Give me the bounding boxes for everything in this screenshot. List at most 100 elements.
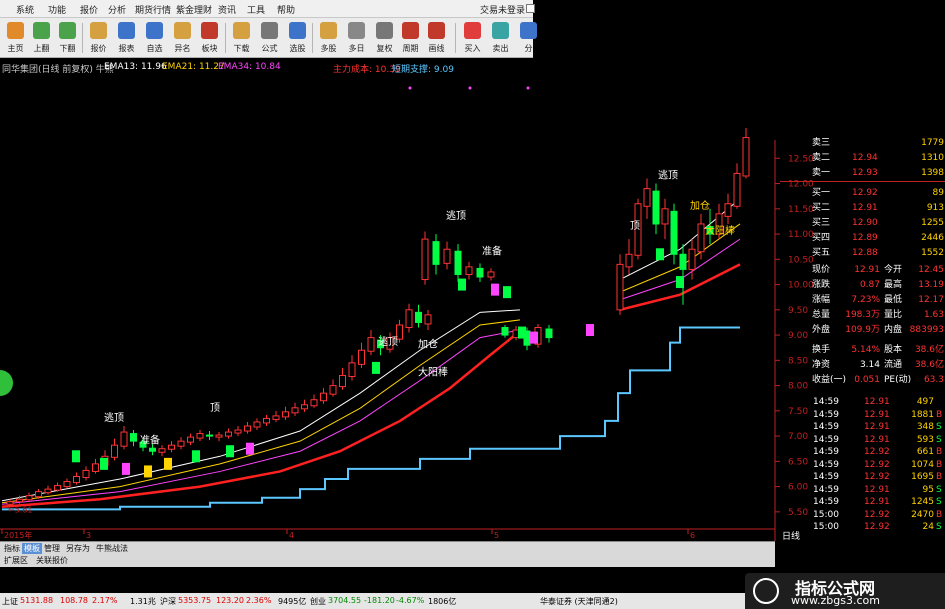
kline-chart[interactable]: 5.50 6.00 6.50 7.00 7.50 8.00 8.50 9.00 9.50 10.0… [0, 0, 945, 609]
candle-body [367, 337, 375, 352]
tick-volume: 24 [922, 522, 934, 532]
tab-template[interactable]: 模板 [22, 543, 42, 554]
signal-marker [164, 457, 172, 470]
stat-value: 5.14% [851, 345, 880, 355]
tick-volume: 661 [916, 447, 934, 457]
candle-body [320, 392, 327, 402]
tab-manage[interactable]: 管理 [42, 543, 62, 554]
tab-indicator[interactable]: 指标 [2, 543, 22, 554]
tick-time: 14:59 [813, 422, 839, 432]
signal-label: 准备 [140, 434, 160, 447]
candle-body [54, 485, 61, 491]
sz-index-label: 沪深 [160, 597, 176, 606]
tick-volume: 348 [916, 422, 934, 432]
order-book-volume: 1398 [921, 168, 944, 178]
signal-marker [458, 278, 466, 291]
tick-time: 14:59 [813, 497, 839, 507]
tab-save-as[interactable]: 另存为 [64, 543, 92, 554]
order-book-price: 12.88 [852, 248, 878, 258]
stat-value-2: 38.6亿 [914, 360, 944, 370]
candle-body [215, 434, 223, 438]
order-book-price: 12.93 [852, 168, 878, 178]
y-tick-label: 5.50 [788, 508, 808, 518]
tick-volume: 95 [922, 484, 934, 495]
x-tick-label: 5 [494, 531, 499, 540]
watermark: 指标公式网 www.zbgs3.com [745, 573, 945, 609]
tick-flag: S [936, 434, 942, 445]
stat-label-2: 今开 [884, 265, 903, 275]
candle-body [424, 314, 432, 325]
stat-value: 3.14 [859, 360, 880, 370]
order-book-volume: 1779 [921, 138, 944, 148]
order-book-price: 12.91 [852, 203, 878, 213]
candle-body [168, 444, 175, 450]
candle-body [652, 190, 660, 225]
candle-body [196, 433, 204, 439]
stat-label: 净资 [812, 360, 831, 370]
stat-label-2: 股本 [884, 345, 903, 355]
tab-bull-bear[interactable]: 牛熊战法 [94, 543, 130, 554]
stat-label-2: PE(动) [884, 375, 912, 385]
dot-marker [408, 86, 412, 90]
tick-time: 14:59 [813, 472, 839, 482]
signal-label: 顶 [210, 402, 220, 414]
candle-body [405, 309, 413, 328]
signal-marker [72, 450, 80, 463]
order-book-label: 卖二 [812, 153, 831, 163]
candle-body [670, 210, 678, 255]
sh-index-value: 5131.88 [20, 596, 54, 605]
candle-body [661, 208, 669, 225]
y-tick-label: 11.00 [788, 230, 814, 240]
signal-label: 逃顶 [658, 169, 678, 182]
watermark-url: www.zbgs3.com [791, 594, 880, 607]
y-tick-label: 12.50 [788, 154, 814, 164]
candle-body [329, 385, 337, 395]
candle-body [244, 425, 251, 432]
stat-label-2: 内盘 [884, 325, 903, 335]
ema13-line [1, 309, 521, 502]
signal-marker [530, 331, 538, 344]
signal-marker [491, 283, 499, 296]
tick-volume: 1245 [911, 497, 934, 507]
stat-label: 涨幅 [812, 295, 831, 305]
sz-index-change: 123.20 [216, 596, 244, 605]
candle-body [443, 248, 451, 264]
tick-volume: 593 [916, 434, 934, 445]
tick-time: 14:59 [813, 484, 839, 495]
candle-body [421, 238, 429, 281]
candle-body [282, 411, 289, 418]
signal-marker [144, 465, 152, 478]
tab-extension[interactable]: 扩展区 [2, 555, 30, 566]
tab-related-quote[interactable]: 关联报价 [34, 555, 70, 566]
y-tick-label: 9.50 [788, 306, 808, 316]
signal-marker [372, 361, 380, 374]
candle-body [301, 404, 308, 410]
tick-flag: S [936, 522, 942, 532]
tick-price: 12.91 [864, 497, 890, 507]
signal-marker [122, 462, 130, 475]
candle-body [415, 311, 422, 323]
candle-body [616, 263, 624, 311]
signal-marker [586, 324, 594, 337]
tick-flag: B [936, 447, 943, 457]
candle-body [177, 440, 185, 447]
stat-value: 12.91 [854, 265, 880, 275]
candle-body [35, 491, 42, 498]
candle-body [688, 248, 696, 270]
candle-body [92, 463, 99, 472]
sh-index-pct: 2.17% [92, 596, 118, 605]
sz-index-amount: 9495亿 [278, 597, 307, 606]
tick-price: 12.91 [864, 422, 890, 432]
dot-marker [526, 86, 530, 90]
stat-value: 7.23% [851, 295, 880, 305]
candle-body [476, 267, 484, 278]
tick-flag: B [936, 409, 943, 420]
candle-body [130, 433, 137, 442]
tick-flag: B [936, 509, 943, 520]
stat-label: 涨跌 [812, 280, 831, 290]
broker-name: 华泰证券 (天津同通2) [540, 597, 618, 606]
indicator-tab-bar: 指标 模板 管理 另存为 牛熊战法 [0, 541, 775, 554]
candle-body [158, 448, 166, 453]
tick-time: 14:59 [813, 459, 839, 470]
candle-body [120, 431, 128, 447]
